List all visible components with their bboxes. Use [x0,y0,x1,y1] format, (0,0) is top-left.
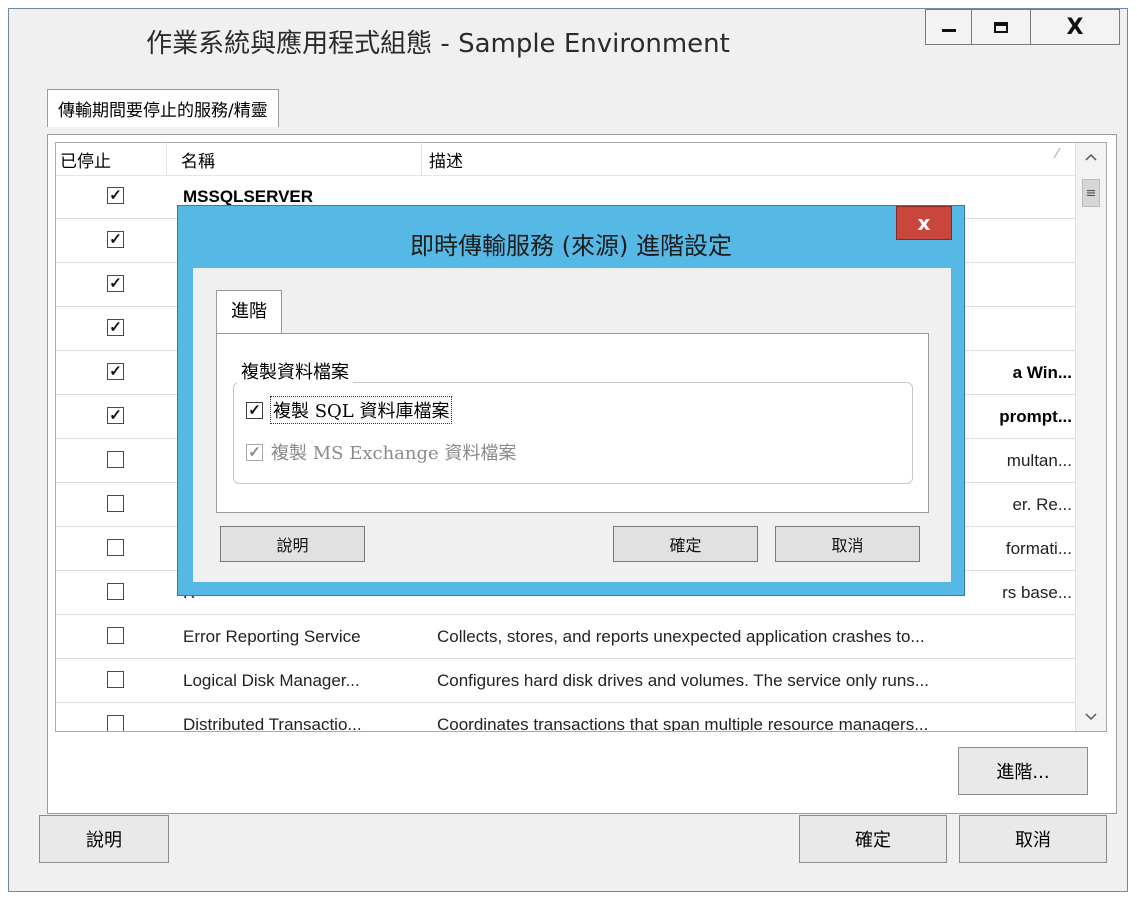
checkbox-icon: ✓ [246,443,263,461]
maximize-icon [994,21,1008,33]
dialog-title: 即時傳輸服務 (來源) 進階設定 [410,232,732,260]
dialog-ok-button[interactable]: 確定 [613,526,758,562]
tab-advanced[interactable]: 進階 [216,290,282,334]
dialog-tab-panel: ✓ 複製 SQL 資料庫檔案 ✓ 複製 MS Exchange 資料檔案 複製資… [216,333,929,513]
checkbox-unchecked-icon[interactable] [107,495,124,512]
table-row[interactable]: Logical Disk Manager... Configures hard d… [56,659,1076,703]
column-divider[interactable] [421,143,422,175]
dialog-cancel-button[interactable]: 取消 [775,526,920,562]
row-name: Distributed Transactio... [183,715,362,732]
ok-button[interactable]: 確定 [799,815,947,863]
cancel-button[interactable]: 取消 [959,815,1107,863]
checkbox-checked-icon[interactable]: ✓ [107,363,124,380]
close-icon: x [917,211,931,235]
row-description: Configures hard disk drives and volumes.… [437,671,929,690]
row-name: Error Reporting Service [183,627,361,646]
advanced-settings-dialog: 即時傳輸服務 (來源) 進階設定 x 進階 ✓ 複製 SQL 資料庫檔案 ✓ 複… [177,205,965,596]
copy-data-files-group-label: 複製資料檔案 [237,358,353,384]
column-divider[interactable] [166,143,167,175]
checkbox-unchecked-icon[interactable] [107,451,124,468]
title-bar: 作業系統與應用程式組態 - Sample Environment X [9,9,1127,73]
copy-exchange-files-checkbox: ✓ 複製 MS Exchange 資料檔案 [246,439,516,465]
row-description: Collects, stores, and reports unexpected… [437,627,925,646]
scroll-up-icon[interactable] [1076,143,1106,171]
close-button[interactable]: X [1030,9,1120,45]
checkbox-checked-icon[interactable]: ✓ [107,231,124,248]
copy-sql-files-label: 複製 SQL 資料庫檔案 [269,396,453,424]
checkbox-unchecked-icon[interactable] [107,583,124,600]
row-name: MSSQLSERVER [183,187,314,206]
minimize-icon [941,28,956,32]
checkbox-icon[interactable]: ✓ [246,401,263,419]
vertical-scrollbar[interactable]: ≡ [1075,143,1106,731]
column-header-name[interactable]: 名稱 [181,147,215,172]
copy-sql-files-checkbox[interactable]: ✓ 複製 SQL 資料庫檔案 [246,396,453,424]
minimize-button[interactable] [925,9,972,45]
scroll-down-icon[interactable] [1076,703,1106,731]
help-button[interactable]: 說明 [39,815,169,863]
table-row[interactable]: Error Reporting Service Collects, stores,… [56,615,1076,659]
column-header-stopped[interactable]: 已停止 [60,147,111,172]
checkbox-unchecked-icon[interactable] [107,671,124,688]
checkbox-unchecked-icon[interactable] [107,715,124,731]
close-icon: X [1066,14,1084,40]
checkbox-unchecked-icon[interactable] [107,539,124,556]
list-header: 已停止 名稱 描述 ⁄ [56,143,1076,176]
scroll-thumb[interactable]: ≡ [1082,179,1100,207]
dialog-body: 進階 ✓ 複製 SQL 資料庫檔案 ✓ 複製 MS Exchange 資料檔案 … [193,268,951,582]
row-description: Coordinates transactions that span multi… [437,715,929,732]
dialog-help-button[interactable]: 說明 [220,526,365,562]
checkbox-unchecked-icon[interactable] [107,627,124,644]
tab-services-to-stop[interactable]: 傳輸期間要停止的服務/精靈 [47,89,279,127]
sort-indicator-icon: ⁄ [1056,147,1059,162]
checkbox-checked-icon[interactable]: ✓ [107,407,124,424]
checkbox-checked-icon[interactable]: ✓ [107,275,124,292]
row-name: Logical Disk Manager... [183,671,360,690]
window-title: 作業系統與應用程式組態 - Sample Environment [146,29,730,59]
advanced-button[interactable]: 進階... [958,747,1088,795]
checkbox-checked-icon[interactable]: ✓ [107,319,124,336]
copy-exchange-files-label: 複製 MS Exchange 資料檔案 [271,443,517,464]
table-row[interactable]: Distributed Transactio... Coordinates tra… [56,703,1076,732]
copy-data-files-group: ✓ 複製 SQL 資料庫檔案 ✓ 複製 MS Exchange 資料檔案 [233,382,913,484]
dialog-close-button[interactable]: x [896,206,952,240]
checkbox-checked-icon[interactable]: ✓ [107,187,124,204]
column-header-description[interactable]: 描述 [429,147,463,172]
maximize-button[interactable] [971,9,1031,45]
